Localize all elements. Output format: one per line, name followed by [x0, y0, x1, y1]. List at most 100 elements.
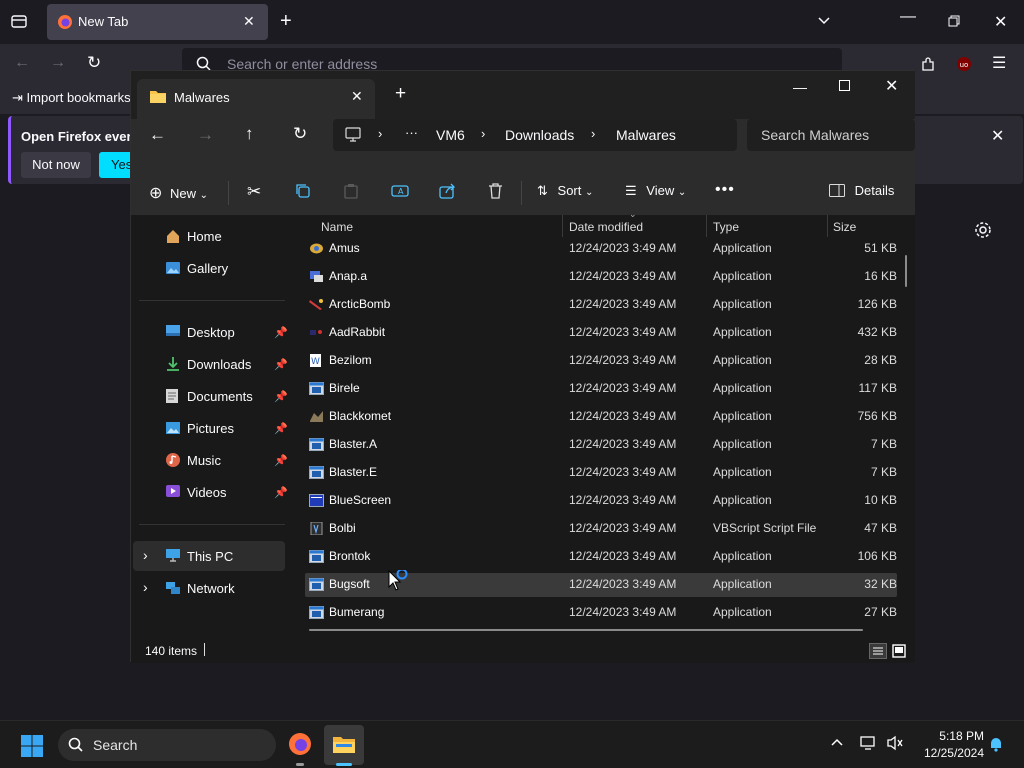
column-divider[interactable]: [827, 215, 828, 237]
nav-item-pictures[interactable]: Pictures 📌: [133, 413, 288, 443]
table-row[interactable]: Brontok 12/24/2023 3:49 AM Application 106 …: [305, 545, 897, 569]
reload-icon[interactable]: ↻: [87, 53, 101, 73]
breadcrumb-malwares[interactable]: Malwares: [616, 127, 676, 143]
notification-bell-icon[interactable]: [989, 736, 1003, 752]
breadcrumb-vm6[interactable]: VM6: [436, 127, 465, 143]
explorer-maximize-icon[interactable]: [839, 80, 850, 91]
minimize-icon[interactable]: —: [900, 8, 916, 26]
address-bar[interactable]: › ··· › VM6 › Downloads › Malwares: [333, 119, 737, 151]
horizontal-scrollbar[interactable]: [309, 629, 863, 631]
clock-date[interactable]: 12/25/2024: [914, 746, 984, 760]
nav-item-gallery[interactable]: Gallery: [133, 253, 285, 283]
nav-label-music: Music: [187, 453, 221, 468]
details-button[interactable]: Details: [829, 183, 894, 198]
table-row[interactable]: ArcticBomb 12/24/2023 3:49 AM Application 1…: [305, 293, 897, 317]
see-more-icon[interactable]: •••: [715, 181, 735, 199]
nav-item-network[interactable]: › Network: [133, 573, 285, 603]
expand-chevron-icon[interactable]: ›: [143, 579, 148, 595]
more-locations-icon[interactable]: ···: [405, 125, 418, 140]
taskbar-search-icon: [68, 737, 84, 753]
clock-time[interactable]: 5:18 PM: [932, 729, 984, 743]
explorer-minimize-icon[interactable]: —: [793, 79, 807, 95]
table-row[interactable]: Bolbi 12/24/2023 3:49 AM VBScript Script F…: [305, 517, 897, 541]
not-now-button[interactable]: Not now: [21, 152, 91, 178]
nav-up-icon[interactable]: ↑: [245, 124, 254, 144]
column-divider[interactable]: [706, 215, 707, 237]
app-menu-icon[interactable]: ☰: [992, 53, 1006, 73]
table-row[interactable]: Amus 12/24/2023 3:49 AM Application 51 KB: [305, 237, 897, 261]
rename-icon[interactable]: A: [391, 183, 409, 199]
table-row[interactable]: Anap.a 12/24/2023 3:49 AM Application 16 KB: [305, 265, 897, 289]
table-row[interactable]: BlueScreen 12/24/2023 3:49 AM Application 1…: [305, 489, 897, 513]
explorer-tab[interactable]: Malwares ✕: [137, 79, 375, 119]
table-row[interactable]: Bumerang 12/24/2023 3:49 AM Application 27 …: [305, 601, 897, 625]
nav-label-desktop: Desktop: [187, 325, 235, 340]
table-row[interactable]: Blaster.A 12/24/2023 3:49 AM Application 7 …: [305, 433, 897, 457]
nav-item-downloads[interactable]: Downloads 📌: [133, 349, 288, 379]
list-all-tabs-icon[interactable]: [816, 12, 832, 28]
table-row[interactable]: Blaster.E 12/24/2023 3:49 AM Application 7 …: [305, 461, 897, 485]
paste-icon[interactable]: [343, 183, 359, 199]
taskbar-search-box[interactable]: Search: [58, 729, 276, 761]
view-button[interactable]: ☰ View ⌄: [625, 183, 686, 199]
expand-chevron-icon[interactable]: ›: [143, 547, 148, 563]
search-malwares-input[interactable]: Search Malwares: [747, 119, 915, 151]
nav-item-desktop[interactable]: Desktop 📌: [133, 317, 288, 347]
explorer-close-icon[interactable]: ✕: [885, 76, 898, 96]
nav-back-icon[interactable]: ←: [149, 125, 166, 145]
forward-icon[interactable]: →: [50, 54, 66, 72]
nav-item-documents[interactable]: Documents 📌: [133, 381, 288, 411]
search-placeholder: Search Malwares: [761, 127, 870, 143]
chevron-down-icon: ⌄: [199, 190, 209, 201]
extensions-icon[interactable]: [920, 56, 936, 72]
large-icons-view-icon[interactable]: [891, 643, 907, 659]
share-icon[interactable]: [439, 183, 456, 199]
restore-icon[interactable]: [948, 15, 960, 27]
ublock-icon[interactable]: uo: [956, 56, 972, 72]
explorer-tab-close-icon[interactable]: ✕: [351, 88, 363, 105]
back-icon[interactable]: ←: [14, 54, 30, 72]
view-label: View: [646, 183, 675, 198]
nav-forward-icon[interactable]: →: [197, 125, 214, 145]
close-window-icon[interactable]: ✕: [994, 12, 1007, 32]
table-row[interactable]: AadRabbit 12/24/2023 3:49 AM Application 43…: [305, 321, 897, 345]
tab-list-icon[interactable]: [10, 12, 28, 30]
details-view-icon[interactable]: [869, 643, 887, 659]
import-bookmarks-link[interactable]: ⇥ Import bookmarks: [12, 90, 131, 106]
column-divider[interactable]: [562, 215, 563, 237]
new-button[interactable]: ⊕ New ⌄: [149, 183, 208, 203]
vertical-scrollbar[interactable]: [905, 255, 907, 287]
explorer-new-tab-icon[interactable]: +: [395, 83, 406, 105]
nav-item-this-pc[interactable]: › This PC: [133, 541, 285, 571]
taskbar-firefox-icon[interactable]: [288, 732, 312, 756]
network-status-icon[interactable]: [860, 735, 878, 751]
file-date: 12/24/2023 3:49 AM: [569, 549, 677, 563]
nav-label-downloads: Downloads: [187, 357, 252, 372]
start-windows-icon[interactable]: [20, 734, 44, 758]
volume-muted-icon[interactable]: [886, 735, 904, 751]
nav-divider: [139, 300, 285, 301]
new-tab-icon[interactable]: +: [280, 10, 292, 33]
sort-button[interactable]: ⇅ Sort ⌄: [537, 183, 593, 199]
notification-close-icon[interactable]: ✕: [991, 126, 1004, 146]
table-row[interactable]: Blackkomet 12/24/2023 3:49 AM Application 7…: [305, 405, 897, 429]
copy-icon[interactable]: [295, 183, 311, 199]
tab-title: New Tab: [78, 14, 129, 29]
nav-item-videos[interactable]: Videos 📌: [133, 477, 288, 507]
show-hidden-icons-chevron-icon[interactable]: [830, 735, 844, 749]
tab-close-icon[interactable]: ✕: [243, 13, 255, 30]
taskbar-explorer-button[interactable]: [324, 725, 364, 766]
file-size: 10 KB: [864, 493, 897, 507]
cut-icon[interactable]: ✂: [247, 182, 261, 202]
breadcrumb-downloads[interactable]: Downloads: [505, 127, 574, 143]
nav-item-music[interactable]: Music 📌: [133, 445, 288, 475]
nav-item-home[interactable]: Home: [133, 221, 285, 251]
table-row[interactable]: W Bezilom 12/24/2023 3:49 AM Application 28 …: [305, 349, 897, 373]
nav-label-network: Network: [187, 581, 235, 596]
settings-gear-icon[interactable]: [974, 221, 992, 239]
nav-refresh-icon[interactable]: ↻: [293, 124, 307, 144]
table-row[interactable]: Birele 12/24/2023 3:49 AM Application 117 K…: [305, 377, 897, 401]
delete-icon[interactable]: [488, 183, 503, 199]
browser-tab[interactable]: New Tab ✕: [47, 4, 268, 40]
app-window-icon: [309, 606, 324, 619]
